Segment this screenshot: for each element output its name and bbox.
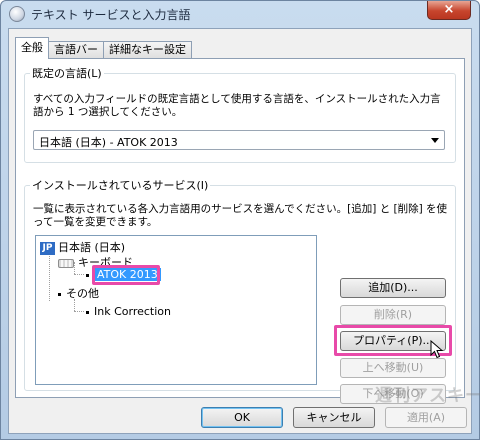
default-language-select[interactable]: 日本語 (日本) - ATOK 2013: [33, 130, 445, 150]
remove-button[interactable]: 削除(R): [340, 305, 446, 325]
add-button[interactable]: 追加(D)...: [340, 278, 446, 298]
default-language-value: 日本語 (日本) - ATOK 2013: [39, 136, 178, 149]
ok-button[interactable]: OK: [201, 407, 283, 428]
tree-bullet: [86, 273, 89, 277]
cancel-button[interactable]: キャンセル: [293, 407, 375, 428]
tree-bullet: [58, 292, 61, 296]
input-settings-icon: [9, 6, 25, 22]
language-label: 日本語 (日本): [58, 241, 126, 254]
watermark: 週刊アスキー: [375, 386, 480, 406]
tree-bullet: [86, 310, 89, 314]
dialog-window: テキスト サービスと入力言語 × 全般 言語バー 詳細なキー設定 既定の言語(L…: [0, 0, 480, 440]
tree-node-ink-correction[interactable]: Ink Correction: [86, 305, 171, 318]
default-language-description: すべての入力フィールドの既定言語として使用する言語を、インストールされた入力言語…: [33, 93, 441, 118]
keyboard-icon: [58, 258, 74, 268]
atok-highlight-box: [92, 265, 160, 285]
apply-button[interactable]: 適用(A): [385, 407, 467, 428]
tree-connector: [74, 274, 84, 275]
other-group-label: その他: [66, 287, 99, 300]
installed-services-description: 一覧に表示されている各入力言語用のサービスを選んでください。[追加] と [削除…: [33, 203, 448, 228]
tab-language-bar[interactable]: 言語バー: [48, 41, 104, 59]
language-badge: JP: [40, 241, 55, 255]
move-up-button[interactable]: 上へ移動(U): [340, 358, 446, 378]
installed-services-legend: インストールされているサービス(I): [32, 179, 209, 192]
ink-correction-label: Ink Correction: [94, 305, 171, 318]
default-language-legend: 既定の言語(L): [32, 67, 102, 80]
tree-node-other[interactable]: その他: [58, 285, 99, 301]
tab-general[interactable]: 全般: [15, 37, 49, 59]
window-title: テキスト サービスと入力言語: [31, 8, 191, 22]
tree-connector: [74, 311, 84, 312]
close-button[interactable]: ×: [427, 1, 471, 20]
title-bar[interactable]: テキスト サービスと入力言語 ×: [1, 1, 479, 27]
chevron-down-icon: [431, 138, 439, 143]
dialog-body: 全般 言語バー 詳細なキー設定 既定の言語(L) すべての入力フィールドの既定言…: [8, 28, 480, 434]
general-tab-panel: 既定の言語(L) すべての入力フィールドの既定言語として使用する言語を、インスト…: [15, 58, 465, 404]
tree-connector: [49, 254, 50, 301]
tab-strip: 全般 言語バー 詳細なキー設定: [15, 37, 192, 59]
services-tree[interactable]: JP 日本語 (日本) キーボード ATOK 2013 その他 Ink Corre…: [35, 235, 317, 385]
default-language-group: 既定の言語(L) すべての入力フィールドの既定言語として使用する言語を、インスト…: [24, 65, 456, 163]
mouse-cursor-icon: [430, 340, 443, 359]
tree-node-language[interactable]: JP 日本語 (日本): [40, 239, 125, 255]
tab-advanced-key-settings[interactable]: 詳細なキー設定: [103, 41, 192, 59]
